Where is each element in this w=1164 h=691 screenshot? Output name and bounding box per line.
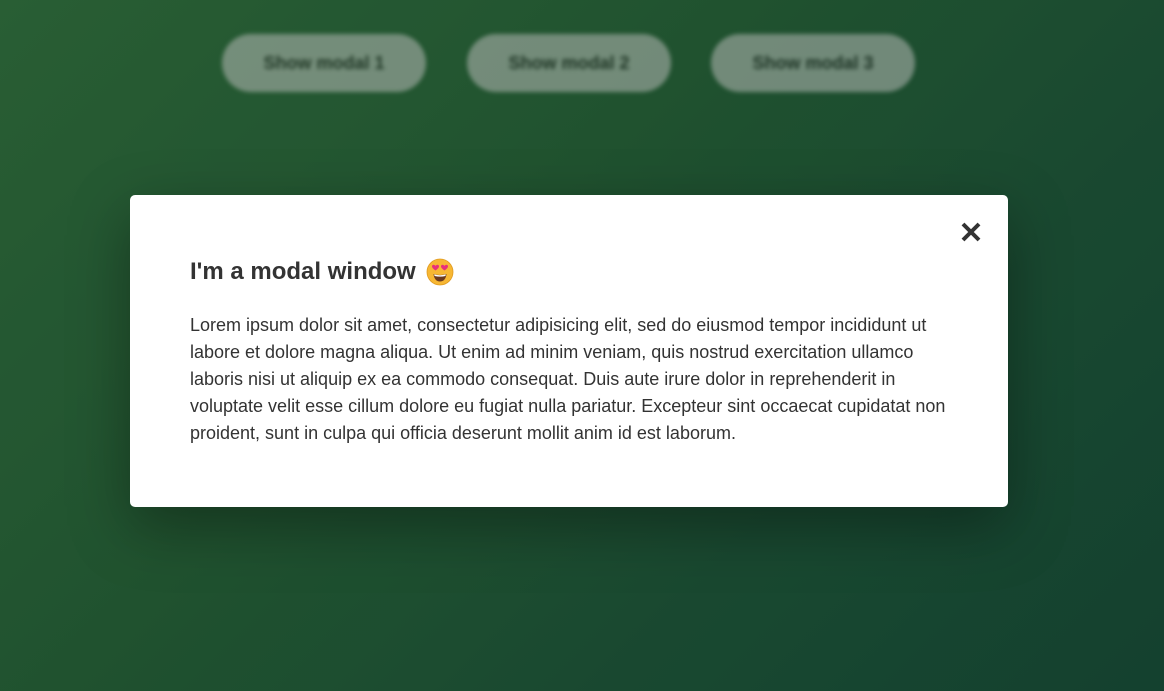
close-icon <box>960 221 982 248</box>
close-button[interactable] <box>956 219 986 249</box>
smiling-face-with-heart-eyes-icon <box>426 258 454 286</box>
modal-title: I'm a modal window <box>190 257 948 287</box>
modal-body-text: Lorem ipsum dolor sit amet, consectetur … <box>190 315 946 443</box>
modal-window: I'm a modal window Lorem ipsum dolor sit… <box>130 195 1008 507</box>
modal-title-text: I'm a modal window <box>190 258 416 285</box>
